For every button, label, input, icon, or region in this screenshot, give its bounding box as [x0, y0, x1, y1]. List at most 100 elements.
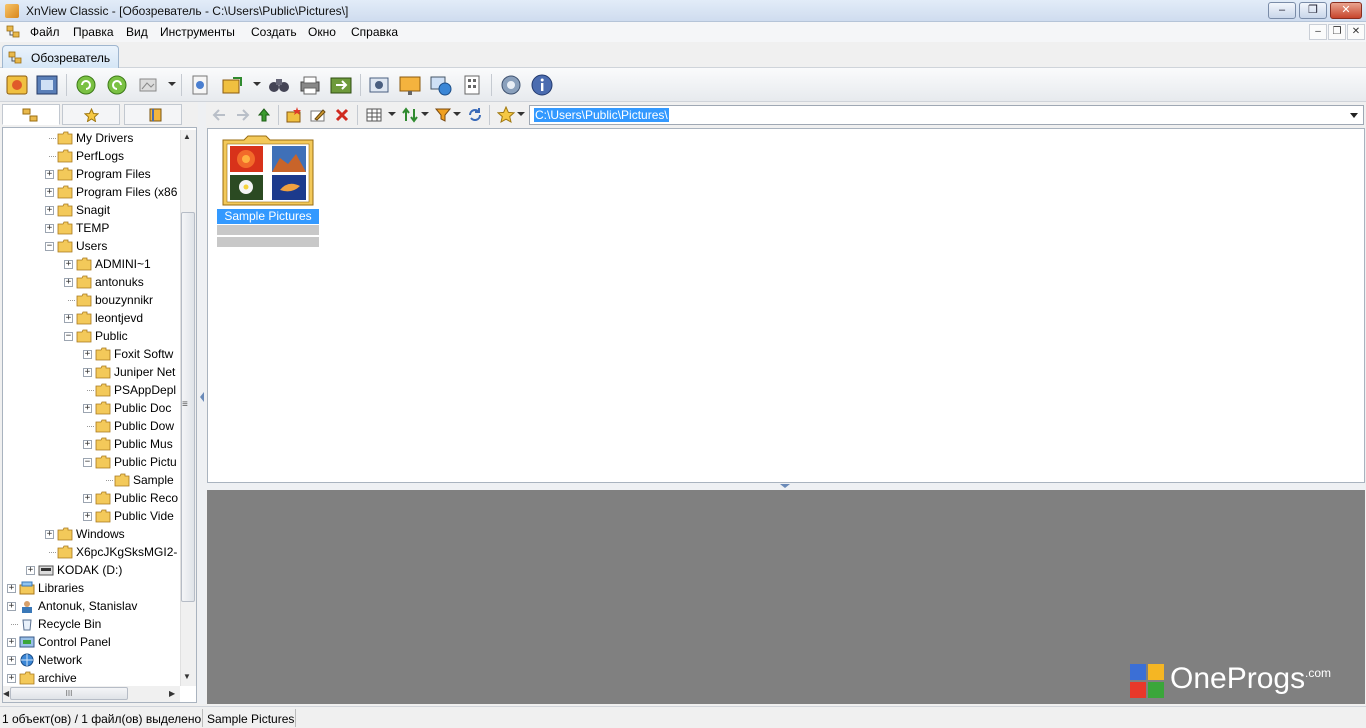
chevron-down-icon[interactable] — [421, 112, 429, 116]
close-button[interactable]: ✕ — [1330, 2, 1362, 19]
open-browser-icon[interactable] — [5, 73, 29, 97]
tree-node[interactable]: + Program Files — [3, 165, 183, 183]
horizontal-splitter[interactable] — [206, 483, 1366, 490]
rotate-right-icon[interactable] — [105, 73, 129, 97]
tree-node[interactable]: + Public Vide — [3, 507, 183, 525]
forward-arrow-icon[interactable] — [233, 106, 251, 124]
chevron-down-icon[interactable] — [517, 112, 525, 116]
collapse-down-arrow[interactable] — [780, 484, 790, 488]
tree-node[interactable]: + Public Doc — [3, 399, 183, 417]
tree-node[interactable]: − Public — [3, 327, 183, 345]
new-folder-icon[interactable] — [285, 106, 303, 124]
file-properties-icon[interactable] — [188, 73, 212, 97]
tree-node[interactable]: + Public Reco — [3, 489, 183, 507]
expand-plus-icon[interactable]: + — [45, 224, 54, 233]
expand-plus-icon[interactable]: + — [7, 674, 16, 683]
maximize-button[interactable]: ❐ — [1299, 2, 1327, 19]
expand-plus-icon[interactable]: + — [83, 350, 92, 359]
menu-view[interactable]: Вид — [126, 25, 148, 39]
print-icon[interactable] — [298, 73, 322, 97]
tree-node[interactable]: Recycle Bin — [3, 615, 183, 633]
tree-node[interactable]: + ADMINI~1 — [3, 255, 183, 273]
tree-node[interactable]: My Drivers — [3, 129, 183, 147]
tree-node[interactable]: + Snagit — [3, 201, 183, 219]
tab-browser[interactable]: Обозреватель — [2, 45, 119, 68]
expand-plus-icon[interactable]: + — [64, 314, 73, 323]
menu-help[interactable]: Справка — [351, 25, 398, 39]
collapse-minus-icon[interactable]: − — [64, 332, 73, 341]
tree-node[interactable]: + archive — [3, 669, 183, 687]
fullscreen-icon[interactable] — [35, 73, 59, 97]
chevron-down-icon[interactable] — [453, 112, 461, 116]
favorites-star-icon[interactable] — [497, 106, 515, 124]
slideshow-icon[interactable] — [398, 73, 422, 97]
tree-node[interactable]: + Control Panel — [3, 633, 183, 651]
scroll-right-arrow[interactable]: ▶ — [169, 689, 175, 698]
tree-node[interactable]: − Public Pictu — [3, 453, 183, 471]
convert-icon[interactable] — [329, 73, 353, 97]
expand-plus-icon[interactable]: + — [83, 368, 92, 377]
expand-plus-icon[interactable]: + — [45, 188, 54, 197]
tree-horizontal-scroll-thumb[interactable]: III — [10, 687, 128, 700]
expand-plus-icon[interactable]: + — [26, 566, 35, 575]
tree-node[interactable]: bouzynnikr — [3, 291, 183, 309]
tree-node[interactable]: + Network — [3, 651, 183, 669]
contact-sheet-icon[interactable] — [460, 73, 484, 97]
tab-favorites[interactable] — [62, 104, 120, 125]
explorer-menu-icon[interactable] — [6, 25, 20, 39]
scroll-down-arrow[interactable]: ▼ — [183, 672, 191, 681]
expand-plus-icon[interactable]: + — [64, 260, 73, 269]
file-browser-pane[interactable] — [207, 128, 1365, 483]
parent-folder-icon[interactable] — [255, 106, 273, 124]
info-icon[interactable] — [530, 73, 554, 97]
expand-plus-icon[interactable]: + — [64, 278, 73, 287]
binoculars-search-icon[interactable] — [267, 73, 291, 97]
chevron-down-icon[interactable] — [168, 82, 176, 86]
collapse-left-arrow[interactable] — [200, 392, 204, 402]
chevron-down-icon[interactable] — [253, 82, 261, 86]
scroll-left-arrow[interactable]: ◀ — [3, 689, 9, 698]
tab-categories[interactable] — [124, 104, 182, 125]
delete-icon[interactable] — [333, 106, 351, 124]
tree-node[interactable]: Sample — [3, 471, 183, 489]
folder-thumbnail-icon[interactable] — [222, 134, 314, 206]
rename-icon[interactable] — [309, 106, 327, 124]
move-to-icon[interactable] — [221, 73, 245, 97]
expand-plus-icon[interactable]: + — [7, 602, 16, 611]
menu-tools[interactable]: Инструменты — [160, 25, 235, 39]
tree-node[interactable]: X6pcJKgSksMGI2- — [3, 543, 183, 561]
view-mode-icon[interactable] — [365, 106, 383, 124]
expand-plus-icon[interactable]: + — [45, 170, 54, 179]
tree-node[interactable]: − Users — [3, 237, 183, 255]
filter-icon[interactable] — [434, 106, 452, 124]
thumbnail-label[interactable]: Sample Pictures — [217, 209, 319, 224]
mdi-restore-button[interactable]: ❐ — [1328, 24, 1346, 40]
web-page-icon[interactable] — [429, 73, 453, 97]
tree-node[interactable]: Public Dow — [3, 417, 183, 435]
expand-plus-icon[interactable]: + — [83, 512, 92, 521]
collapse-minus-icon[interactable]: − — [45, 242, 54, 251]
tree-node[interactable]: PerfLogs — [3, 147, 183, 165]
tab-folders[interactable] — [2, 104, 60, 125]
back-arrow-icon[interactable] — [211, 106, 229, 124]
expand-plus-icon[interactable]: + — [7, 584, 16, 593]
address-dropdown-chevron-down-icon[interactable] — [1350, 113, 1358, 118]
splitter-grip[interactable]: ≡ — [182, 399, 188, 410]
minimize-button[interactable]: ‒ — [1268, 2, 1296, 19]
tree-node[interactable]: + Juniper Net — [3, 363, 183, 381]
expand-plus-icon[interactable]: + — [83, 404, 92, 413]
expand-plus-icon[interactable]: + — [83, 494, 92, 503]
tree-node[interactable]: + Libraries — [3, 579, 183, 597]
image-transform-icon[interactable] — [137, 73, 161, 97]
tree-node[interactable]: + Program Files (x86 — [3, 183, 183, 201]
tree-node[interactable]: + TEMP — [3, 219, 183, 237]
expand-plus-icon[interactable]: + — [7, 638, 16, 647]
expand-plus-icon[interactable]: + — [45, 206, 54, 215]
expand-plus-icon[interactable]: + — [45, 530, 54, 539]
mdi-minimize-button[interactable]: – — [1309, 24, 1327, 40]
menu-create[interactable]: Создать — [251, 25, 297, 39]
expand-plus-icon[interactable]: + — [83, 440, 92, 449]
tree-node[interactable]: + Windows — [3, 525, 183, 543]
gear-icon[interactable] — [499, 73, 523, 97]
tree-node[interactable]: PSAppDepl — [3, 381, 183, 399]
